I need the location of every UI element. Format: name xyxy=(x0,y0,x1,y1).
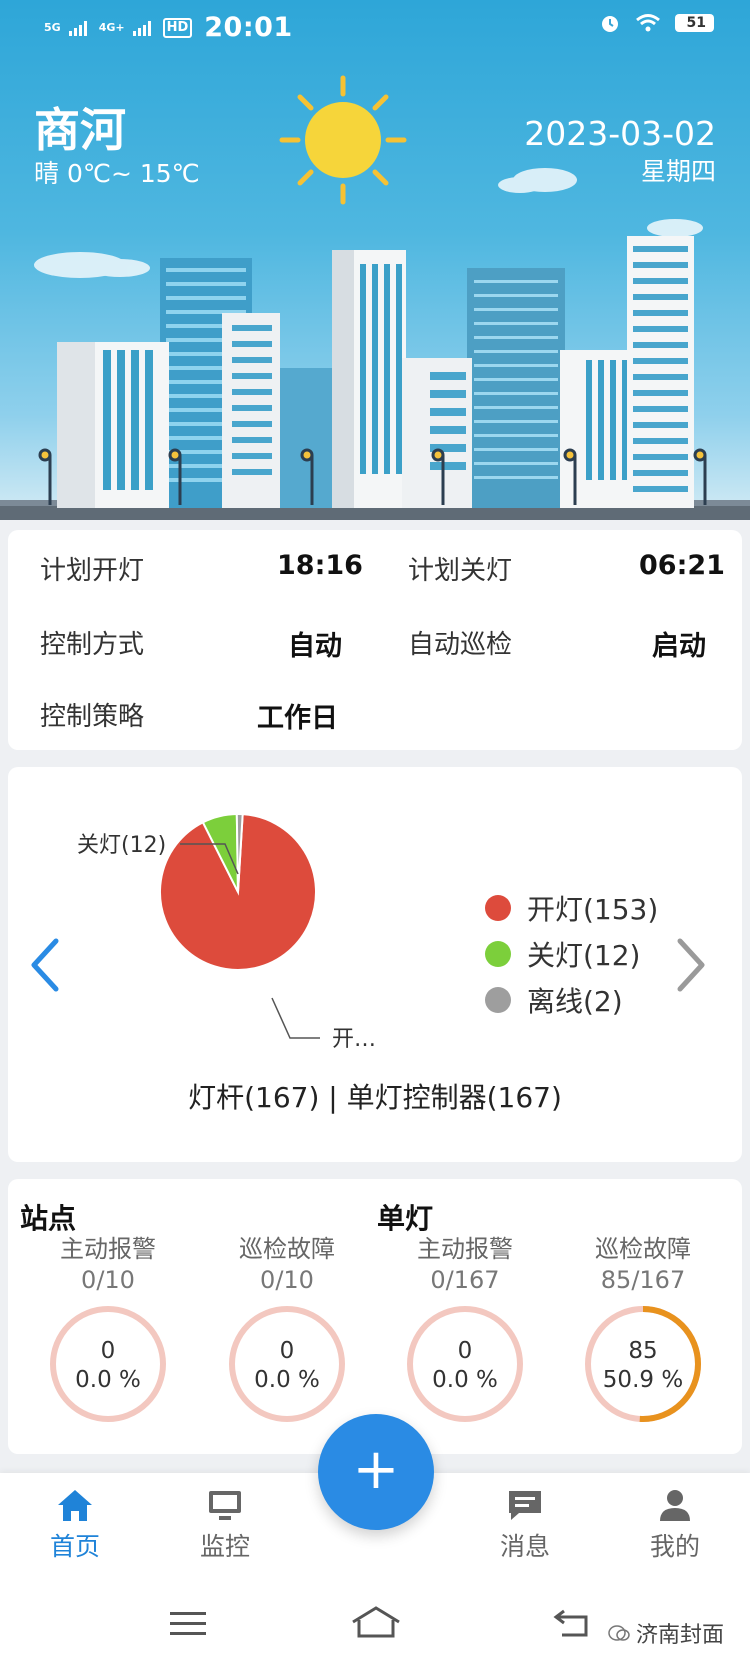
back-icon[interactable] xyxy=(552,1607,592,1639)
legend-item-on[interactable]: 开灯(153) xyxy=(485,885,658,931)
leader-line-on xyxy=(271,997,320,1039)
tab-label: 监控 xyxy=(199,1532,250,1561)
weather-summary: 晴 0℃~ 15℃ xyxy=(34,154,200,190)
stat-label: 巡检故障 xyxy=(239,1235,335,1263)
status-bar: 5G 4G+ HD 20:01 51 xyxy=(0,0,750,58)
legend-label-offline: 离线(2) xyxy=(527,985,623,1018)
weather-header: 5G 4G+ HD 20:01 51 商河 晴 0℃~ 15℃ 2023-03-… xyxy=(0,0,750,520)
tab-messages[interactable]: 消息 xyxy=(465,1487,585,1563)
legend-item-off[interactable]: 关灯(12) xyxy=(485,931,658,977)
tab-label: 首页 xyxy=(49,1532,100,1561)
stat-fraction: 85/167 xyxy=(600,1266,686,1294)
stat-station-inspect[interactable]: 巡检故障 0/10 xyxy=(222,1229,352,1294)
legend-dot-on xyxy=(485,895,511,921)
ring-value: 0 0.0 % xyxy=(404,1337,526,1395)
signal-bars-icon xyxy=(68,20,87,36)
stat-label: 主动报警 xyxy=(60,1235,156,1263)
stat-label: 巡检故障 xyxy=(595,1235,691,1263)
slice-label-off: 关灯(12) xyxy=(77,833,166,858)
ring-percent: 0.0 % xyxy=(432,1367,498,1393)
current-date: 2023-03-02 xyxy=(524,114,716,153)
signal-5g-icon: 5G xyxy=(44,21,61,34)
auto-inspect-label: 自动巡检 xyxy=(408,630,513,660)
ring-count: 85 xyxy=(628,1338,658,1364)
status-time: 20:01 xyxy=(204,12,293,43)
stat-fraction: 0/10 xyxy=(260,1266,314,1294)
ring-percent: 0.0 % xyxy=(254,1367,320,1393)
watermark-text: 济南封面 xyxy=(635,1623,724,1648)
legend-label-on: 开灯(153) xyxy=(527,893,659,926)
plan-off-label: 计划关灯 xyxy=(408,556,513,586)
current-weekday: 星期四 xyxy=(640,157,716,186)
tab-profile[interactable]: 我的 xyxy=(615,1487,735,1563)
ring-count: 0 xyxy=(457,1338,473,1364)
auto-inspect-value: 启动 xyxy=(652,631,706,662)
add-button[interactable]: + xyxy=(318,1414,434,1530)
stat-fraction: 0/167 xyxy=(430,1266,500,1294)
ring-count: 0 xyxy=(279,1338,295,1364)
city-name: 商河 xyxy=(34,103,126,157)
legend-item-offline[interactable]: 离线(2) xyxy=(485,977,658,1023)
message-icon xyxy=(509,1491,541,1520)
wechat-icon xyxy=(608,1625,630,1641)
stat-fraction: 0/10 xyxy=(81,1266,135,1294)
plan-off-value: 06:21 xyxy=(639,550,725,581)
chevron-left-icon[interactable] xyxy=(28,935,62,995)
alarm-icon xyxy=(601,16,618,32)
stat-lamp-alarm[interactable]: 主动报警 0/167 xyxy=(400,1229,530,1294)
control-mode-value: 自动 xyxy=(288,631,342,662)
tab-monitor[interactable]: 监控 xyxy=(165,1487,285,1563)
city-skyline-illustration xyxy=(0,75,750,520)
watermark: 济南封面 xyxy=(608,1617,724,1649)
ring-percent: 0.0 % xyxy=(75,1367,141,1393)
stat-station-alarm[interactable]: 主动报警 0/10 xyxy=(43,1229,173,1294)
control-mode-label: 控制方式 xyxy=(40,630,145,660)
hd-voice-icon: HD xyxy=(162,17,193,38)
menu-icon[interactable] xyxy=(168,1609,208,1639)
wifi-icon xyxy=(635,14,660,32)
legend-label-off: 关灯(12) xyxy=(527,939,641,972)
legend-dot-offline xyxy=(485,987,511,1013)
ring-percent: 50.9 % xyxy=(602,1367,684,1393)
signal-bars-icon xyxy=(132,20,151,36)
ring-count: 0 xyxy=(100,1338,116,1364)
ring-value: 0 0.0 % xyxy=(47,1337,169,1395)
device-totals: 灯杆(167) | 单灯控制器(167) xyxy=(188,1081,562,1114)
chevron-right-icon[interactable] xyxy=(674,935,708,995)
lamp-status-pie-chart: 关灯(12) 开… xyxy=(77,812,376,1052)
stat-lamp-inspect[interactable]: 巡检故障 85/167 xyxy=(578,1229,708,1294)
ring-value: 0 0.0 % xyxy=(226,1337,348,1395)
ring-value: 85 50.9 % xyxy=(582,1337,704,1395)
tab-label: 我的 xyxy=(649,1532,700,1561)
plan-on-value: 18:16 xyxy=(277,550,363,581)
signal-4g-icon: 4G+ xyxy=(98,21,125,34)
tab-home[interactable]: 首页 xyxy=(15,1487,135,1563)
stat-label: 主动报警 xyxy=(417,1235,513,1263)
control-strategy-value: 工作日 xyxy=(257,703,338,734)
monitor-icon xyxy=(209,1491,241,1520)
plan-on-label: 计划开灯 xyxy=(40,556,145,586)
tab-label: 消息 xyxy=(499,1532,550,1561)
chart-legend: 开灯(153) 关灯(12) 离线(2) xyxy=(485,885,658,1023)
system-home-icon[interactable] xyxy=(350,1605,402,1639)
weather-condition: 晴 xyxy=(34,159,60,188)
user-icon xyxy=(660,1490,690,1521)
battery-icon: 51 xyxy=(674,14,714,32)
temperature-range: 0℃~ 15℃ xyxy=(66,159,200,188)
control-strategy-label: 控制策略 xyxy=(40,702,145,732)
home-icon xyxy=(58,1490,92,1521)
legend-dot-off xyxy=(485,941,511,967)
slice-label-on: 开… xyxy=(332,1027,376,1052)
